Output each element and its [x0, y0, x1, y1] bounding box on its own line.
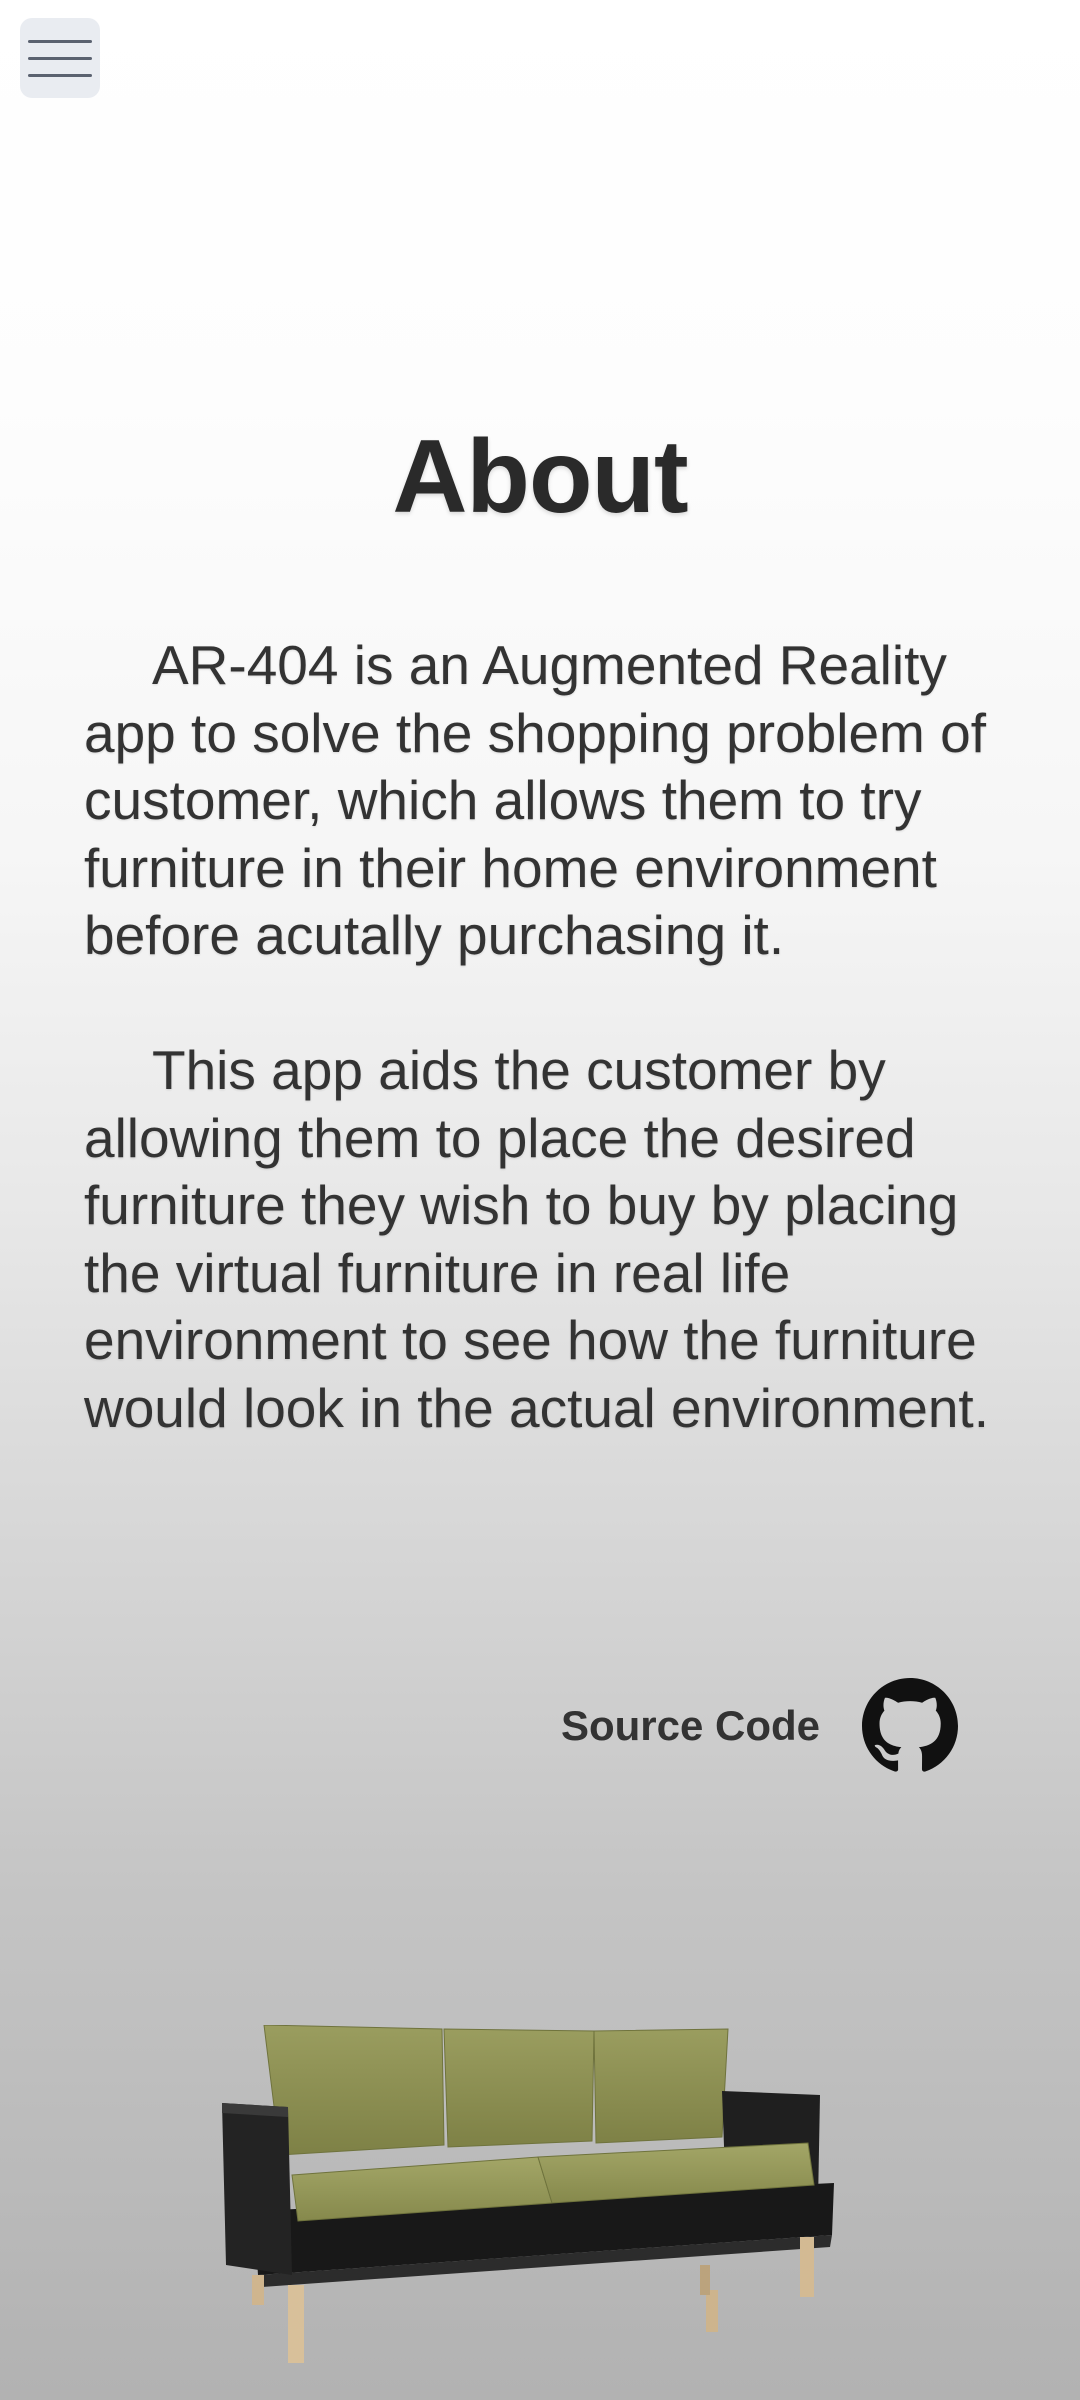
menu-button[interactable] [20, 18, 100, 98]
about-paragraph-1: AR-404 is an Augmented Reality app to so… [84, 634, 986, 966]
about-description: AR-404 is an Augmented Reality app to so… [84, 632, 1004, 1442]
source-code-label[interactable]: Source Code [561, 1702, 820, 1750]
page-title: About [392, 418, 688, 535]
hamburger-bar [28, 73, 92, 77]
source-code-link[interactable]: Source Code [561, 1676, 958, 1776]
github-icon[interactable] [862, 1678, 958, 1774]
hamburger-bar [28, 56, 92, 60]
about-paragraph-2: This app aids the customer by allowing t… [84, 1039, 989, 1439]
hamburger-menu-icon [28, 39, 92, 43]
sofa-image [222, 2025, 834, 2363]
